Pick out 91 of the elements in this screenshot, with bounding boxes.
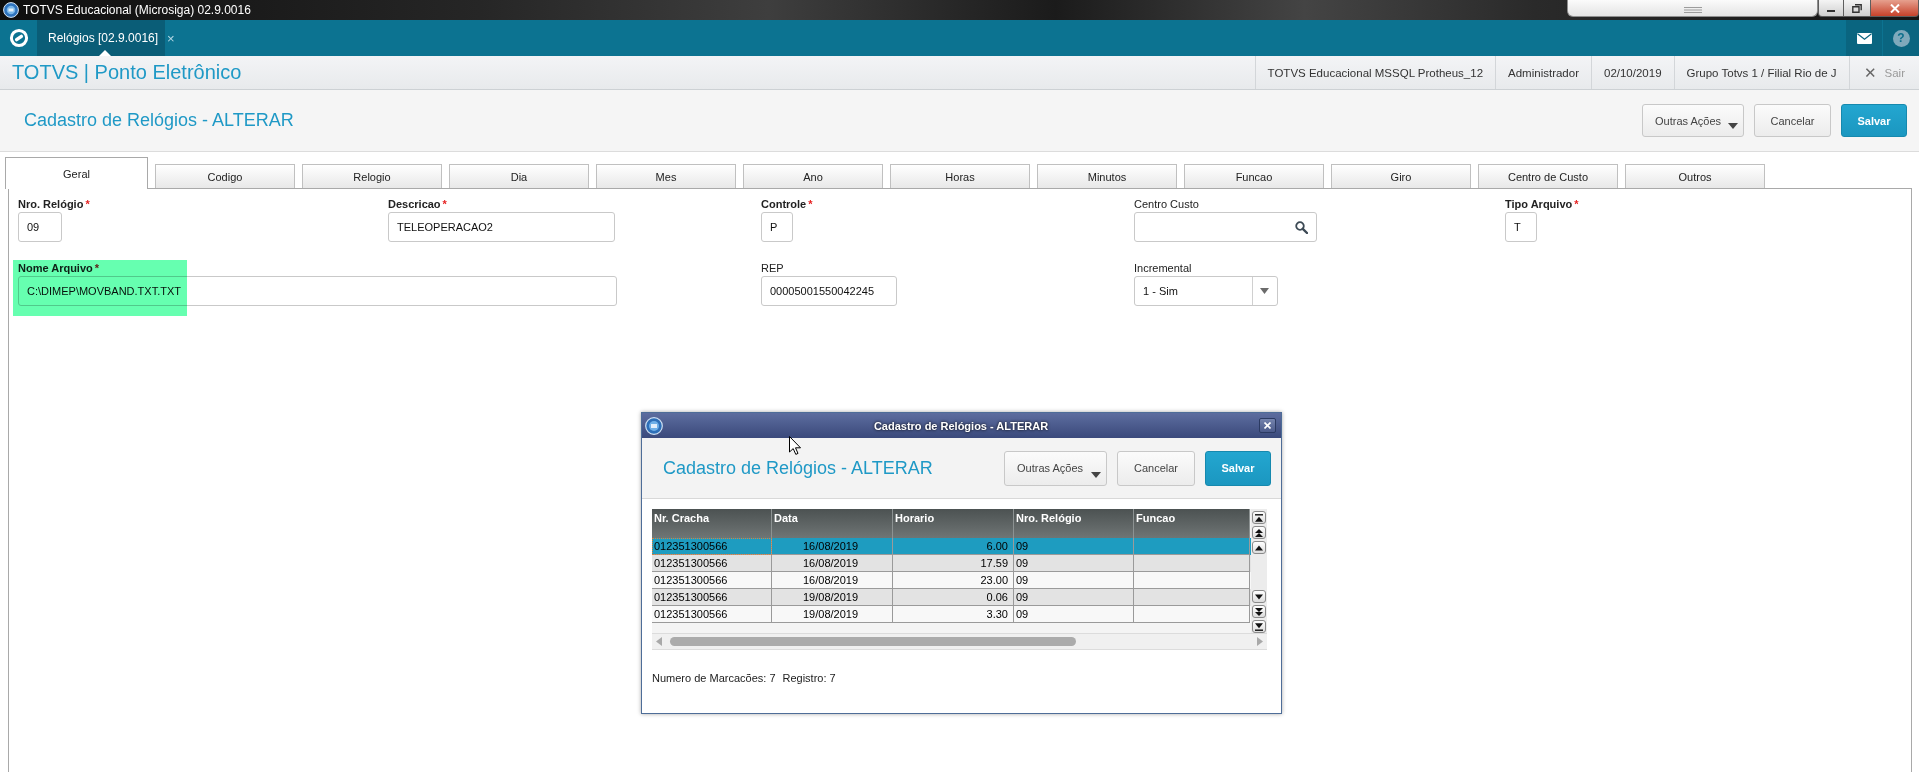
minimize-icon xyxy=(1827,10,1835,12)
close-icon xyxy=(1889,3,1900,13)
globe-icon xyxy=(645,416,663,435)
bar-down-arrow-icon xyxy=(1255,622,1263,631)
field-label: REP xyxy=(761,261,784,275)
bar-up-arrow-icon xyxy=(1255,513,1263,522)
form-tab[interactable]: Relogio xyxy=(302,164,442,188)
field-label: Tipo Arquivo * xyxy=(1505,197,1579,211)
form-tab[interactable]: Minutos xyxy=(1037,164,1177,188)
page-up-button[interactable] xyxy=(1252,526,1266,539)
up-arrow-icon xyxy=(1255,543,1263,552)
session-info: TOTVS Educacional MSSQL Protheus_12 xyxy=(1254,56,1496,89)
column-header[interactable]: Nro. Relógio xyxy=(1014,509,1134,538)
form-tab[interactable]: Ano xyxy=(743,164,883,188)
grid-cell: 19/08/2019 xyxy=(772,606,893,623)
text-field[interactable]: 00005001550042245 xyxy=(761,276,897,306)
grid-row[interactable]: 012351300566 16/08/2019 23.00 09 xyxy=(652,572,1251,589)
caret-icon xyxy=(1091,471,1101,478)
grid-cell: 012351300566 xyxy=(652,606,772,623)
cancel-button[interactable]: Cancelar xyxy=(1754,104,1831,137)
close-icon xyxy=(1264,422,1271,429)
pointer-triangle-icon xyxy=(99,50,111,56)
ring-logo-icon xyxy=(8,28,29,48)
text-field[interactable]: P xyxy=(761,212,793,242)
grid-row[interactable]: 012351300566 19/08/2019 0.06 09 xyxy=(652,589,1251,606)
form-tab[interactable]: Codigo xyxy=(155,164,295,188)
dialog-title: Cadastro de Relógios - ALTERAR xyxy=(663,457,933,479)
grid-row[interactable]: 012351300566 16/08/2019 6.00 09 xyxy=(652,538,1251,555)
form-tab[interactable]: Outros xyxy=(1625,164,1765,188)
field-label: Nome Arquivo * xyxy=(18,261,100,275)
form-tab[interactable]: Mes xyxy=(596,164,736,188)
session-info: Grupo Totvs 1 / Filial Rio de J xyxy=(1673,56,1849,89)
caret-icon xyxy=(1260,288,1269,294)
column-header[interactable]: Nr. Cracha xyxy=(652,509,772,538)
form-tab[interactable]: Horas xyxy=(890,164,1030,188)
scroll-down-button[interactable] xyxy=(1252,590,1266,603)
restore-icon xyxy=(1852,3,1862,13)
double-up-arrow-icon xyxy=(1255,528,1263,537)
field-label: Nro. Relógio * xyxy=(18,197,90,211)
session-info: Administrador xyxy=(1495,56,1591,89)
envelope-icon xyxy=(1856,32,1872,44)
minimize-button[interactable] xyxy=(1818,0,1844,17)
footer-text: Numero de Marcacões: 7 xyxy=(652,672,776,684)
mail-button[interactable] xyxy=(1846,20,1882,56)
double-down-arrow-icon xyxy=(1255,607,1263,616)
more-actions-button[interactable]: Outras Ações xyxy=(1642,104,1744,137)
dropdown-field[interactable]: 1 - Sim xyxy=(1134,276,1278,306)
text-field[interactable]: T xyxy=(1505,212,1537,242)
cancel-button[interactable]: Cancelar xyxy=(1117,450,1195,486)
page-title: Cadastro de Relógios - ALTERAR xyxy=(24,110,294,131)
field-label: Incremental xyxy=(1134,261,1192,275)
text-field[interactable]: TELEOPERACAO2 xyxy=(388,212,615,242)
close-button[interactable] xyxy=(1259,418,1276,433)
form-tab[interactable]: Dia xyxy=(449,164,589,188)
window-title: TOTVS Educacional (Microsiga) 02.9.0016 xyxy=(23,2,251,19)
grid-cell: 09 xyxy=(1014,606,1134,623)
scroll-top-button[interactable] xyxy=(1252,511,1266,524)
field-label: Controle * xyxy=(761,197,813,211)
grid-cell: 3.30 xyxy=(893,606,1014,623)
restore-button[interactable] xyxy=(1844,0,1871,17)
scroll-up-button[interactable] xyxy=(1252,541,1266,554)
app-title: TOTVS | Ponto Eletrônico xyxy=(12,61,242,84)
down-arrow-icon xyxy=(1255,592,1263,601)
footer-text: Registro: 7 xyxy=(782,672,836,684)
exit-button[interactable]: ✕ Sair xyxy=(1848,56,1919,89)
form-tab[interactable]: Centro de Custo xyxy=(1478,164,1618,188)
dialog-window-title: Cadastro de Relógios - ALTERAR xyxy=(872,419,1050,432)
grid-row[interactable]: 012351300566 16/08/2019 17.59 09 xyxy=(652,555,1251,572)
close-icon: ✕ xyxy=(1863,63,1877,82)
close-icon[interactable]: × xyxy=(167,30,175,46)
form-tab[interactable]: Geral xyxy=(5,157,148,189)
form-tab[interactable]: Funcao xyxy=(1184,164,1324,188)
grid-row[interactable]: 012351300566 19/08/2019 3.30 09 xyxy=(652,606,1251,623)
column-header[interactable]: Funcao xyxy=(1134,509,1250,538)
field-label: Centro Custo xyxy=(1134,197,1199,211)
text-field[interactable]: 09 xyxy=(18,212,62,242)
session-info: 02/10/2019 xyxy=(1591,56,1674,89)
form-tab[interactable]: Giro xyxy=(1331,164,1471,188)
page-down-button[interactable] xyxy=(1252,605,1266,618)
grip-icon[interactable] xyxy=(1683,7,1702,13)
more-actions-button[interactable]: Outras Ações xyxy=(1004,450,1107,486)
search-icon[interactable] xyxy=(1295,220,1308,234)
close-button[interactable] xyxy=(1871,0,1919,17)
globe-icon xyxy=(3,2,19,18)
field-label: Descricao * xyxy=(388,197,447,211)
column-header[interactable]: Data xyxy=(772,509,893,538)
scrollbar-thumb[interactable] xyxy=(670,637,1076,646)
lookup-field[interactable] xyxy=(1134,212,1317,242)
caret-icon xyxy=(1728,123,1738,129)
column-header[interactable]: Horario xyxy=(893,509,1014,538)
scroll-bottom-button[interactable] xyxy=(1252,620,1266,633)
